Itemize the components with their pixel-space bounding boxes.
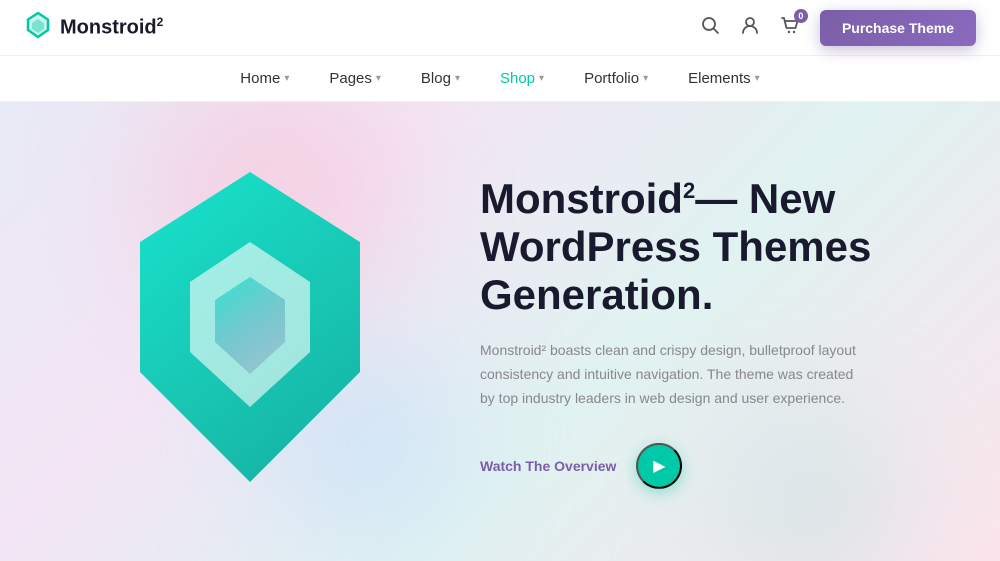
logo-icon: [24, 11, 52, 44]
navigation: Home ▾ Pages ▾ Blog ▾ Shop ▾ Portfolio ▾…: [0, 56, 1000, 102]
hero-graphic: [60, 142, 440, 522]
nav-item-blog[interactable]: Blog ▾: [401, 56, 480, 101]
hero-description: Monstroid² boasts clean and crispy desig…: [480, 339, 860, 410]
chevron-down-icon: ▾: [643, 73, 648, 84]
logo-text: Monstroid2: [60, 15, 163, 40]
cart-icon[interactable]: 0: [780, 15, 800, 40]
chevron-down-icon: ▾: [455, 73, 460, 84]
chevron-down-icon: ▾: [376, 73, 381, 84]
nav-item-portfolio[interactable]: Portfolio ▾: [564, 56, 668, 101]
nav-item-home[interactable]: Home ▾: [220, 56, 309, 101]
chevron-down-icon: ▾: [284, 73, 289, 84]
user-icon[interactable]: [740, 15, 760, 40]
logo[interactable]: Monstroid2: [24, 11, 163, 44]
header-icons: 0 Purchase Theme: [700, 10, 976, 46]
hero-actions: Watch The Overview ▶: [480, 443, 960, 489]
nav-item-shop[interactable]: Shop ▾: [480, 56, 564, 101]
nav-item-pages[interactable]: Pages ▾: [309, 56, 401, 101]
chevron-down-icon: ▾: [539, 73, 544, 84]
purchase-theme-button[interactable]: Purchase Theme: [820, 10, 976, 46]
watch-overview-link[interactable]: Watch The Overview: [480, 458, 616, 474]
search-icon[interactable]: [700, 15, 720, 40]
play-button[interactable]: ▶: [636, 443, 682, 489]
hero-content: Monstroid2— New WordPress Themes Generat…: [480, 174, 960, 488]
header: Monstroid2 0 Purchase Theme: [0, 0, 1000, 56]
hero-section: Monstroid2— New WordPress Themes Generat…: [0, 102, 1000, 561]
chevron-down-icon: ▾: [755, 73, 760, 84]
cart-badge: 0: [794, 9, 808, 23]
hero-title: Monstroid2— New WordPress Themes Generat…: [480, 174, 960, 319]
play-icon: ▶: [653, 456, 665, 476]
nav-item-elements[interactable]: Elements ▾: [668, 56, 780, 101]
